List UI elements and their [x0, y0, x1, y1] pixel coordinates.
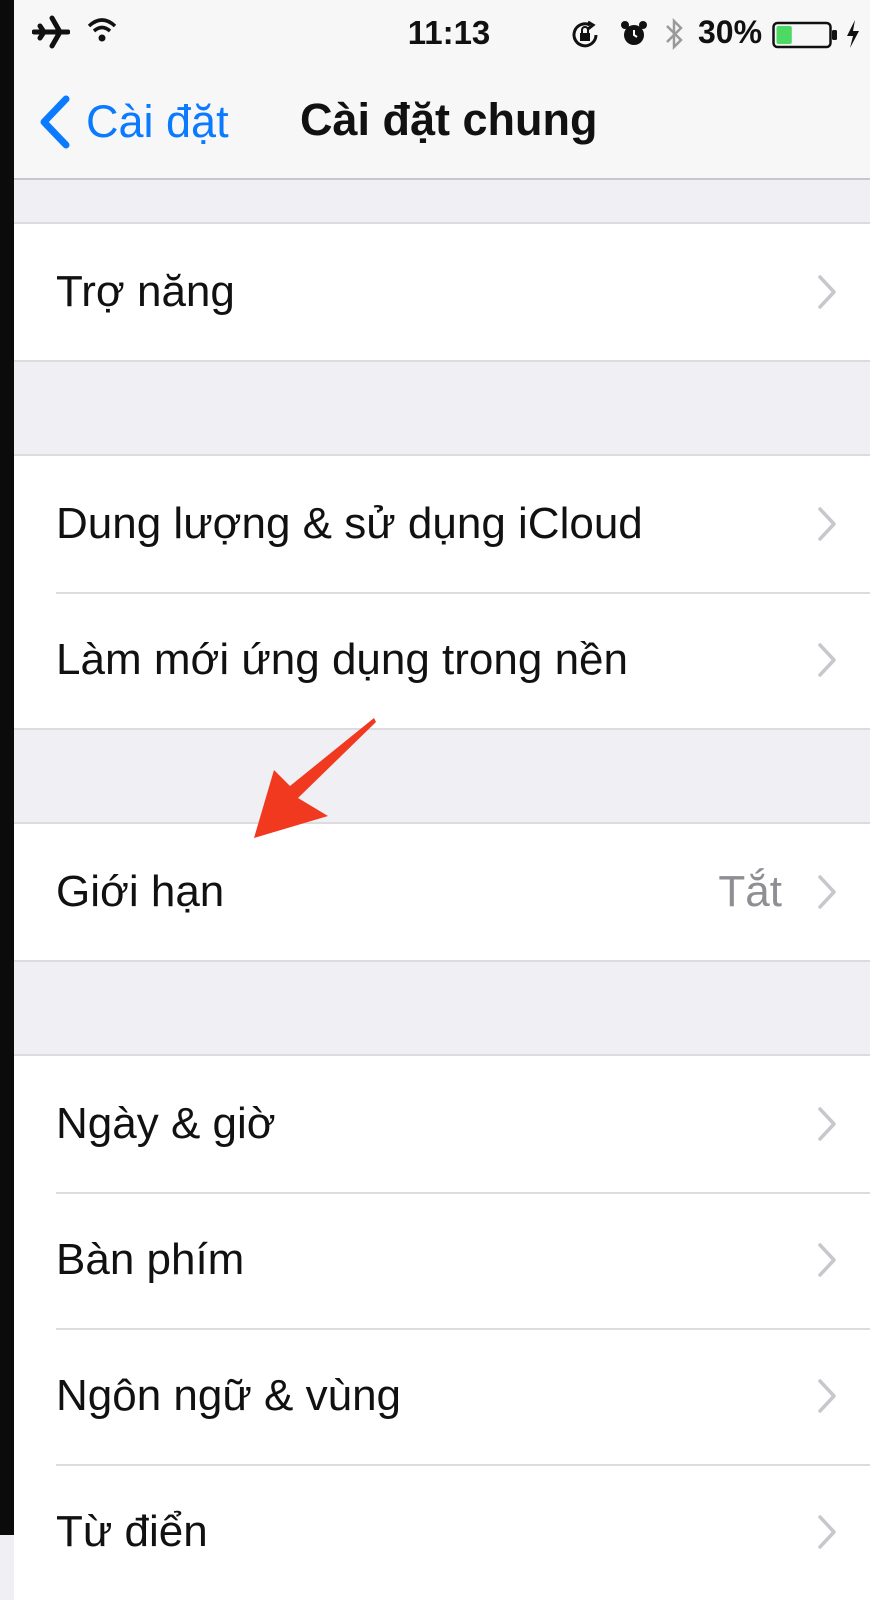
- row-restrictions[interactable]: Giới hạn Tắt: [14, 824, 870, 960]
- back-button[interactable]: Cài đặt: [34, 92, 229, 152]
- charging-icon: [847, 20, 859, 48]
- restrictions-status: Tắt: [718, 867, 782, 916]
- row-label: Bàn phím: [56, 1235, 245, 1284]
- row-label: Dung lượng & sử dụng iCloud: [56, 499, 643, 548]
- battery-percentage: 30%: [698, 14, 763, 50]
- status-time: 11:13: [407, 14, 491, 51]
- chevron-right-icon: [818, 275, 836, 309]
- chevron-right-icon: [818, 1243, 836, 1277]
- row-background-refresh[interactable]: Làm mới ứng dụng trong nền: [14, 592, 870, 728]
- bluetooth-icon: [666, 17, 683, 51]
- settings-group-storage: Dung lượng & sử dụng iCloud Làm mới ứng …: [14, 454, 870, 730]
- chevron-right-icon: [818, 507, 836, 541]
- status-bar: 11:13 30%: [14, 0, 870, 72]
- row-date-time[interactable]: Ngày & giờ: [14, 1056, 870, 1192]
- settings-group-restrictions: Giới hạn Tắt: [14, 822, 870, 962]
- chevron-right-icon: [818, 1107, 836, 1141]
- page-title: Cài đặt chung: [300, 94, 598, 145]
- row-icloud-storage[interactable]: Dung lượng & sử dụng iCloud: [14, 456, 870, 592]
- row-language-region[interactable]: Ngôn ngữ & vùng: [14, 1328, 870, 1464]
- navigation-bar: Cài đặt Cài đặt chung: [14, 72, 870, 180]
- row-accessibility[interactable]: Trợ năng: [14, 224, 870, 360]
- row-label: Trợ năng: [56, 267, 235, 316]
- alarm-icon: [621, 21, 647, 45]
- wifi-icon: [87, 18, 117, 42]
- row-label: Ngày & giờ: [56, 1099, 276, 1148]
- settings-screen: 11:13 30% Cài đặt Cài đặt chung Trợ năng…: [14, 0, 870, 1600]
- chevron-right-icon: [818, 875, 836, 909]
- chevron-right-icon: [818, 1379, 836, 1413]
- row-dictionary[interactable]: Từ điển: [14, 1464, 870, 1600]
- battery-icon: [772, 21, 837, 49]
- chevron-right-icon: [818, 643, 836, 677]
- settings-group-locale: Ngày & giờ Bàn phím Ngôn ngữ & vùng Từ đ…: [14, 1054, 870, 1600]
- device-bezel-edge: [0, 0, 14, 1535]
- back-button-label: Cài đặt: [86, 96, 229, 147]
- row-label: Từ điển: [56, 1507, 208, 1556]
- annotation-arrow-icon: [254, 718, 376, 838]
- chevron-right-icon: [818, 1515, 836, 1549]
- chevron-left-icon: [40, 95, 70, 149]
- settings-group-accessibility: Trợ năng: [14, 222, 870, 362]
- row-label: Ngôn ngữ & vùng: [56, 1371, 402, 1420]
- airplane-icon: [32, 15, 70, 49]
- row-keyboard[interactable]: Bàn phím: [14, 1192, 870, 1328]
- row-label: Giới hạn: [56, 867, 225, 916]
- row-label: Làm mới ứng dụng trong nền: [56, 635, 628, 684]
- rotation-lock-icon: [572, 20, 598, 48]
